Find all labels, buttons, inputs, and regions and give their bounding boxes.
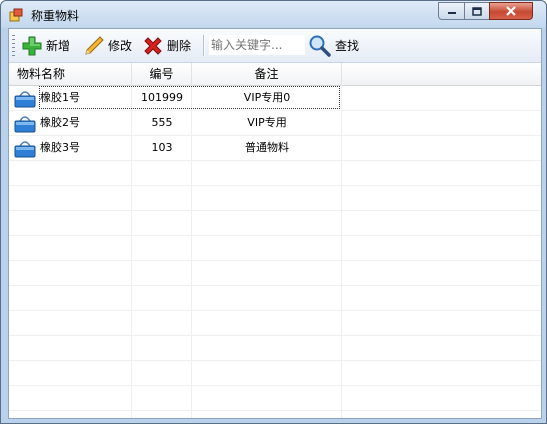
- minimize-button[interactable]: [438, 2, 465, 20]
- basket-icon: [14, 91, 36, 108]
- main-window: 称重物料 新增 修改 删除 输入关键字... 查找 物料名称 编号 备注 橡胶1…: [0, 0, 547, 424]
- grid-header: 物料名称 编号 备注: [9, 63, 541, 86]
- basket-icon: [14, 116, 36, 133]
- search-button[interactable]: 查找: [308, 33, 359, 58]
- table-row[interactable]: 橡胶1号 101999 VIP专用0: [9, 86, 541, 111]
- title-bar[interactable]: 称重物料: [1, 1, 546, 28]
- column-header-code[interactable]: 编号: [132, 63, 192, 85]
- empty-row: [9, 186, 541, 211]
- plus-icon: [22, 36, 42, 55]
- pencil-icon: [85, 35, 104, 55]
- add-label: 新增: [46, 39, 71, 53]
- magnifier-icon: [309, 35, 331, 57]
- toolbar-separator: [203, 35, 205, 56]
- empty-row: [9, 386, 541, 411]
- edit-button[interactable]: 修改: [83, 33, 132, 58]
- delete-label: 删除: [167, 39, 192, 53]
- table-row[interactable]: 橡胶2号 555 VIP专用: [9, 111, 541, 136]
- add-button[interactable]: 新增: [21, 33, 70, 58]
- empty-row: [9, 286, 541, 311]
- close-button[interactable]: [489, 2, 533, 20]
- empty-row: [9, 161, 541, 186]
- x-delete-icon: [144, 36, 162, 55]
- table-row[interactable]: 橡胶3号 103 普通物料: [9, 136, 541, 161]
- minimize-icon: [447, 12, 456, 14]
- column-header-remark[interactable]: 备注: [192, 63, 342, 85]
- cell-remark: 普通物料: [245, 141, 289, 154]
- cell-name: 橡胶1号: [40, 91, 80, 104]
- cell-name: 橡胶2号: [40, 116, 80, 129]
- empty-row: [9, 211, 541, 236]
- maximize-button[interactable]: [464, 2, 490, 20]
- client-area: 新增 修改 删除 输入关键字... 查找 物料名称 编号 备注 橡胶1号 101…: [8, 28, 542, 419]
- toolbar-grip[interactable]: [12, 35, 15, 56]
- empty-row: [9, 361, 541, 386]
- maximize-icon: [472, 6, 482, 16]
- cell-remark: VIP专用0: [243, 91, 291, 104]
- search-label: 查找: [335, 39, 360, 53]
- close-icon: [506, 6, 516, 16]
- cell-code: 555: [151, 116, 173, 129]
- toolbar: 新增 修改 删除 输入关键字... 查找: [9, 29, 541, 63]
- empty-row: [9, 311, 541, 336]
- cell-code: 103: [151, 141, 173, 154]
- search-input[interactable]: [209, 35, 305, 55]
- cell-remark: VIP专用: [247, 116, 287, 129]
- edit-label: 修改: [108, 39, 133, 53]
- delete-button[interactable]: 删除: [142, 33, 191, 58]
- empty-row: [9, 236, 541, 261]
- empty-row: [9, 261, 541, 286]
- app-window-icon: [9, 8, 23, 22]
- column-header-name[interactable]: 物料名称: [9, 63, 132, 85]
- data-grid[interactable]: 物料名称 编号 备注 橡胶1号 101999 VIP专用0 橡胶2号 555 V…: [9, 63, 541, 418]
- window-title: 称重物料: [31, 9, 80, 23]
- empty-row: [9, 336, 541, 361]
- cell-code: 101999: [141, 91, 183, 104]
- cell-name: 橡胶3号: [40, 141, 80, 154]
- basket-icon: [14, 141, 36, 158]
